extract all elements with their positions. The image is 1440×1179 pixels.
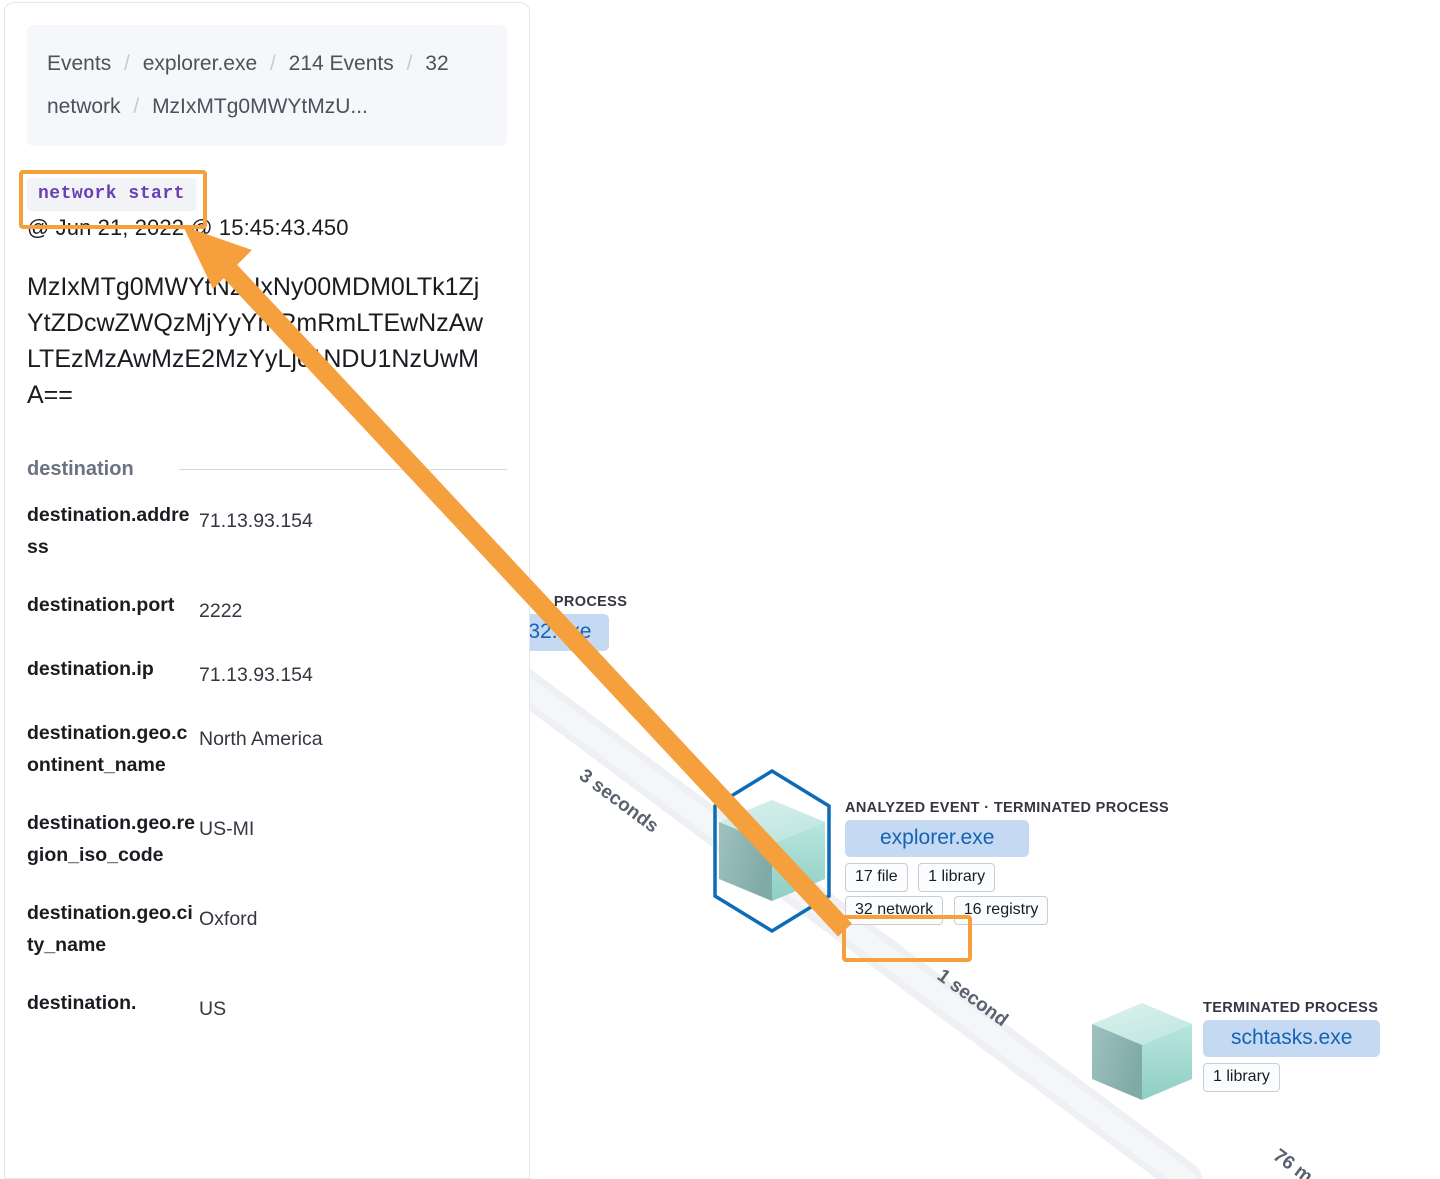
breadcrumb-item-event-id[interactable]: MzIxMTg0MWYtMzU... — [152, 95, 368, 118]
node-badge-row-1: 17 file 1 library — [845, 863, 1169, 898]
badge-registry[interactable]: 16 registry — [953, 896, 1049, 925]
svg-text:76 m: 76 m — [1269, 1145, 1316, 1179]
node-kind-label: TERMINATED PROCESS — [1203, 1000, 1379, 1016]
field-label: destination.ip — [27, 658, 154, 680]
field-label: destination.geo.continent_name — [27, 722, 188, 776]
field-row: destination.geo.region_iso_code US-MI — [27, 807, 507, 871]
field-value: North America — [199, 728, 323, 750]
breadcrumb-item-events[interactable]: Events — [47, 52, 111, 75]
breadcrumb-separator: / — [406, 52, 413, 75]
field-row: destination.geo.city_name Oxford — [27, 897, 507, 961]
field-value: 71.13.93.154 — [199, 664, 313, 686]
badge-library[interactable]: 1 library — [1203, 1063, 1280, 1092]
badge-library[interactable]: 1 library — [918, 863, 996, 892]
graph-node-schtasks[interactable]: TERMINATED PROCESS schtasks.exe 1 librar… — [1203, 1000, 1381, 1098]
breadcrumb-container: Events / explorer.exe / 214 Events / 32 … — [27, 25, 507, 146]
field-list-destination: destination.address 71.13.93.154 destina… — [27, 499, 507, 1025]
field-label: destination.geo.region_iso_code — [27, 812, 195, 866]
breadcrumb-separator: / — [124, 52, 130, 75]
field-value: 2222 — [199, 600, 243, 622]
field-label: destination.port — [27, 594, 175, 616]
event-detail-panel: Events / explorer.exe / 214 Events / 32 … — [4, 2, 530, 1179]
event-id-value: MzIxMTg0MWYtNzUxNy00MDM0LTk1ZjYtZDcwZWQz… — [27, 273, 484, 409]
field-label: destination. — [27, 992, 137, 1014]
node-kind-label: ANALYZED EVENT · TERMINATED PROCESS — [845, 800, 1170, 816]
section-header-destination: destination — [27, 458, 507, 481]
breadcrumb-separator: / — [133, 95, 140, 118]
breadcrumb-item-process[interactable]: explorer.exe — [143, 52, 257, 75]
field-value: 71.13.93.154 — [199, 510, 313, 532]
field-row: destination.ip 71.13.93.154 — [27, 653, 507, 691]
field-row: destination. US — [27, 987, 507, 1025]
field-label: destination.geo.city_name — [27, 902, 193, 956]
node-process-pill[interactable]: schtasks.exe — [1203, 1020, 1381, 1057]
node-process-pill[interactable]: explorer.exe — [845, 820, 1030, 857]
field-row: destination.address 71.13.93.154 — [27, 499, 507, 563]
event-action-chip[interactable]: network start — [27, 178, 196, 211]
node-badge-row-2: 32 network 16 registry — [845, 896, 1169, 931]
field-label: destination.address — [27, 504, 190, 558]
section-title: destination — [27, 458, 134, 480]
badge-network[interactable]: 32 network — [845, 896, 944, 925]
badge-file[interactable]: 17 file — [845, 863, 908, 892]
process-cube-schtasks[interactable] — [1092, 1003, 1192, 1100]
field-value: Oxford — [199, 908, 258, 930]
event-timestamp: @ Jun 21, 2022 @ 15:45:43.450 — [27, 215, 349, 240]
node-badge-row: 1 library — [1203, 1063, 1380, 1098]
breadcrumb-item-event-count[interactable]: 214 Events — [289, 52, 394, 75]
field-row: destination.geo.continent_name North Ame… — [27, 717, 507, 781]
graph-node-explorer[interactable]: ANALYZED EVENT · TERMINATED PROCESS expl… — [842, 800, 1170, 962]
field-value: US-MI — [199, 818, 255, 840]
breadcrumb: Events / explorer.exe / 214 Events / 32 … — [47, 42, 487, 128]
section-divider — [178, 469, 507, 470]
field-value: US — [199, 998, 227, 1020]
edge-label-76-ms: 76 m — [1269, 1145, 1316, 1179]
breadcrumb-separator: / — [269, 52, 276, 75]
field-row: destination.port 2222 — [27, 589, 507, 627]
event-action-row: network start — [19, 170, 207, 229]
